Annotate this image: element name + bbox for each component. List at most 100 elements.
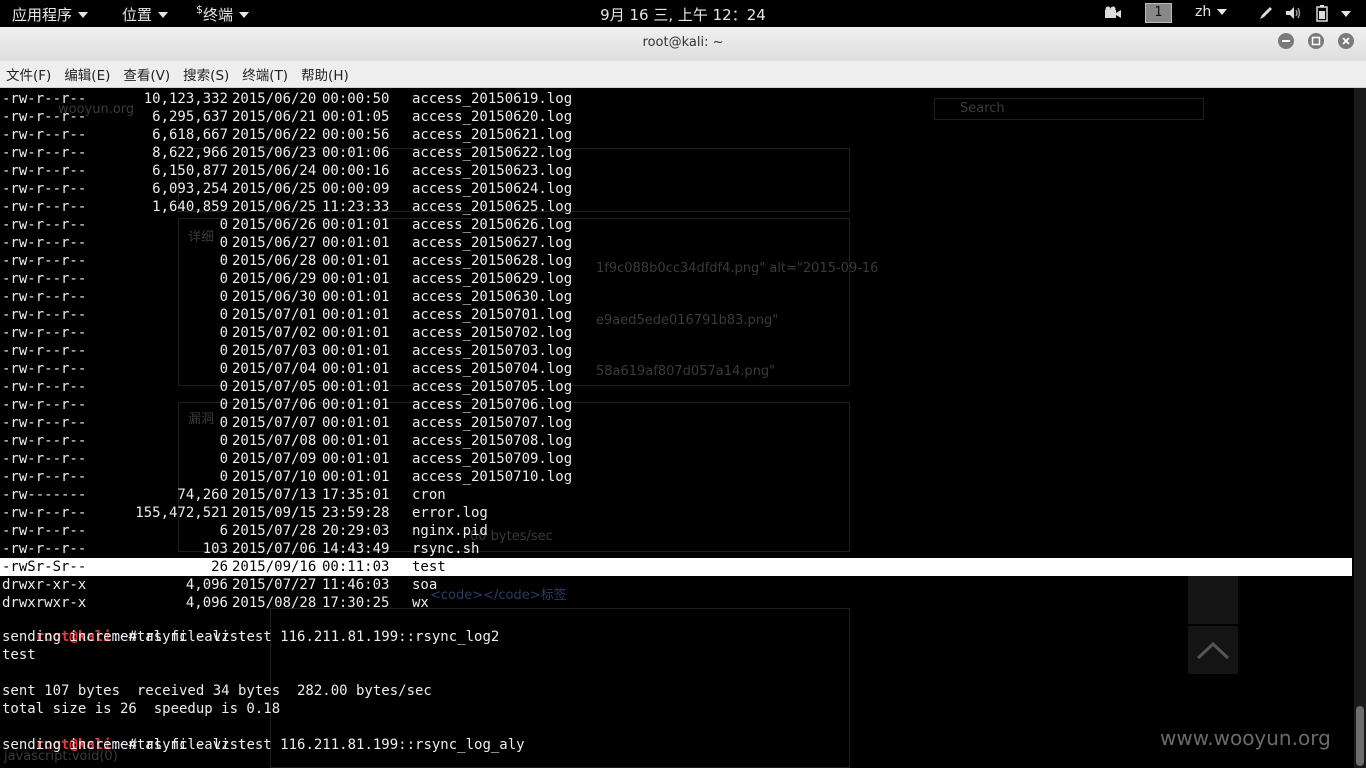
file-row: -rw-r--r-- 155,472,521 2015/09/15 23:59:28 e… bbox=[2, 504, 488, 522]
file-size: 10,123,332 bbox=[143, 91, 228, 107]
window-title: root@kali: ~ bbox=[642, 35, 724, 50]
file-date: 2015/06/26 bbox=[232, 217, 317, 233]
window-titlebar[interactable]: root@kali: ~ bbox=[0, 27, 1366, 61]
file-date: 2015/07/04 bbox=[232, 361, 317, 377]
file-time: 11:46:03 bbox=[322, 577, 390, 593]
menu-view[interactable]: 查看(V) bbox=[123, 64, 170, 84]
file-name: access_20150703.log bbox=[412, 343, 573, 359]
input-method-menu[interactable]: zh bbox=[1195, 4, 1228, 20]
file-row: -rw-r--r-- 6,150,877 2015/06/24 00:00:16 acc… bbox=[2, 162, 572, 180]
file-row: -rw-r--r-- 0 2015/07/06 00:01:01 access_2015… bbox=[2, 396, 572, 414]
file-time: 00:01:01 bbox=[322, 397, 390, 413]
file-row: -rw-r--r-- 0 2015/07/08 00:01:01 access_2015… bbox=[2, 432, 572, 450]
file-permissions: -rw-r--r-- bbox=[2, 217, 87, 233]
terminal-scrollbar[interactable] bbox=[1354, 88, 1366, 768]
top-bar: 应用程序 位置 $ 终端 9月 16 三, 上午 12：24 1 zh bbox=[0, 0, 1366, 27]
file-time: 00:01:01 bbox=[322, 433, 390, 449]
minimize-button[interactable] bbox=[1278, 33, 1294, 49]
output-line: sending incremental file list bbox=[2, 737, 247, 753]
menu-terminal[interactable]: 终端(T) bbox=[242, 64, 288, 84]
volume-icon[interactable] bbox=[1285, 6, 1303, 24]
bg-search-placeholder: Search bbox=[960, 101, 1005, 116]
file-time: 00:00:56 bbox=[322, 127, 390, 143]
file-row: -rw-r--r-- 1,640,859 2015/06/25 11:23:33 acc… bbox=[2, 198, 572, 216]
file-row: -rw-r--r-- 6 2015/07/28 20:29:03 nginx.pid bbox=[2, 522, 488, 540]
file-time: 00:01:01 bbox=[322, 235, 390, 251]
file-name: access_20150628.log bbox=[412, 253, 573, 269]
file-size: 103 bbox=[202, 541, 228, 557]
file-permissions: -rw-r--r-- bbox=[2, 451, 87, 467]
file-date: 2015/06/30 bbox=[232, 289, 317, 305]
file-permissions: -rw-r--r-- bbox=[2, 325, 87, 341]
file-name: access_20150625.log bbox=[412, 199, 573, 215]
file-time: 00:01:01 bbox=[322, 451, 390, 467]
file-row: -rw-r--r-- 103 2015/07/06 14:43:49 rsync.sh bbox=[2, 540, 479, 558]
menu-search[interactable]: 搜索(S) bbox=[183, 64, 229, 84]
file-name: soa bbox=[412, 577, 438, 593]
file-date: 2015/07/01 bbox=[232, 307, 317, 323]
file-size: 0 bbox=[219, 397, 228, 413]
file-name: rsync.sh bbox=[412, 541, 480, 557]
close-icon bbox=[1342, 37, 1350, 45]
file-name: test bbox=[412, 559, 446, 575]
output-line: total size is 26 speedup is 0.18 bbox=[2, 701, 281, 717]
output-line: sent 107 bytes received 34 bytes 282.00 … bbox=[2, 683, 432, 699]
file-date: 2015/09/15 bbox=[232, 505, 317, 521]
pen-icon[interactable] bbox=[1258, 5, 1274, 25]
file-row: -rw-r--r-- 0 2015/07/02 00:01:01 access_2015… bbox=[2, 324, 572, 342]
file-name: access_20150624.log bbox=[412, 181, 573, 197]
file-name: access_20150709.log bbox=[412, 451, 573, 467]
file-name: access_20150702.log bbox=[412, 325, 573, 341]
file-date: 2015/06/20 bbox=[232, 91, 317, 107]
file-permissions: -rw-r--r-- bbox=[2, 199, 87, 215]
file-date: 2015/06/27 bbox=[232, 235, 317, 251]
chevron-up-icon bbox=[1196, 641, 1230, 660]
file-date: 2015/07/03 bbox=[232, 343, 317, 359]
file-time: 00:01:01 bbox=[322, 253, 390, 269]
watermark: www.wooyun.org bbox=[1160, 726, 1331, 750]
file-date: 2015/07/13 bbox=[232, 487, 317, 503]
close-button[interactable] bbox=[1338, 33, 1354, 49]
file-size: 8,622,966 bbox=[152, 145, 228, 161]
scrollbar-thumb[interactable] bbox=[1356, 706, 1364, 766]
file-name: access_20150710.log bbox=[412, 469, 573, 485]
menu-edit[interactable]: 编辑(E) bbox=[64, 64, 110, 84]
file-date: 2015/07/06 bbox=[232, 397, 317, 413]
prompt-line: root@kali:~# rsync -avz test 116.211.81.… bbox=[2, 610, 500, 645]
file-permissions: -rw-r--r-- bbox=[2, 127, 87, 143]
file-permissions: -rw------- bbox=[2, 487, 87, 503]
workspace-indicator[interactable]: 1 bbox=[1145, 3, 1172, 23]
file-name: access_20150701.log bbox=[412, 307, 573, 323]
file-name: access_20150629.log bbox=[412, 271, 573, 287]
file-time: 00:01:01 bbox=[322, 271, 390, 287]
file-row: -rw-r--r-- 0 2015/07/10 00:01:01 access_2015… bbox=[2, 468, 572, 486]
file-permissions: -rw-r--r-- bbox=[2, 361, 87, 377]
battery-icon[interactable] bbox=[1316, 5, 1328, 26]
chevron-down-icon[interactable] bbox=[1341, 11, 1351, 17]
menu-help[interactable]: 帮助(H) bbox=[301, 64, 349, 84]
file-size: 6,618,667 bbox=[152, 127, 228, 143]
file-date: 2015/06/24 bbox=[232, 163, 317, 179]
bg-png-text: 58a619af807d057a14.png" bbox=[596, 364, 776, 379]
file-row: -rw-r--r-- 0 2015/06/27 00:01:01 access_2015… bbox=[2, 234, 572, 252]
file-time: 00:01:01 bbox=[322, 415, 390, 431]
file-row: -rw-r--r-- 6,618,667 2015/06/22 00:00:56 acc… bbox=[2, 126, 572, 144]
file-name: error.log bbox=[412, 505, 488, 521]
file-name: access_20150704.log bbox=[412, 361, 573, 377]
file-time: 00:01:06 bbox=[322, 145, 390, 161]
video-icon[interactable] bbox=[1104, 6, 1122, 24]
file-name: cron bbox=[412, 487, 446, 503]
file-row: -rw-r--r-- 0 2015/07/03 00:01:01 access_2015… bbox=[2, 342, 572, 360]
file-permissions: -rw-r--r-- bbox=[2, 397, 87, 413]
file-date: 2015/09/16 bbox=[232, 559, 317, 575]
file-size: 0 bbox=[219, 469, 228, 485]
maximize-button[interactable] bbox=[1308, 33, 1324, 49]
file-row: -rw-r--r-- 10,123,332 2015/06/20 00:00:50 ac… bbox=[2, 90, 572, 108]
terminal-area[interactable]: Search wooyun.org 详细 漏洞 1f9c088b0cc34dfd… bbox=[0, 88, 1354, 768]
file-name: access_20150708.log bbox=[412, 433, 573, 449]
file-size: 0 bbox=[219, 271, 228, 287]
menu-file[interactable]: 文件(F) bbox=[6, 64, 51, 84]
file-size: 6,150,877 bbox=[152, 163, 228, 179]
file-name: wx bbox=[412, 595, 429, 611]
file-size: 74,260 bbox=[177, 487, 228, 503]
